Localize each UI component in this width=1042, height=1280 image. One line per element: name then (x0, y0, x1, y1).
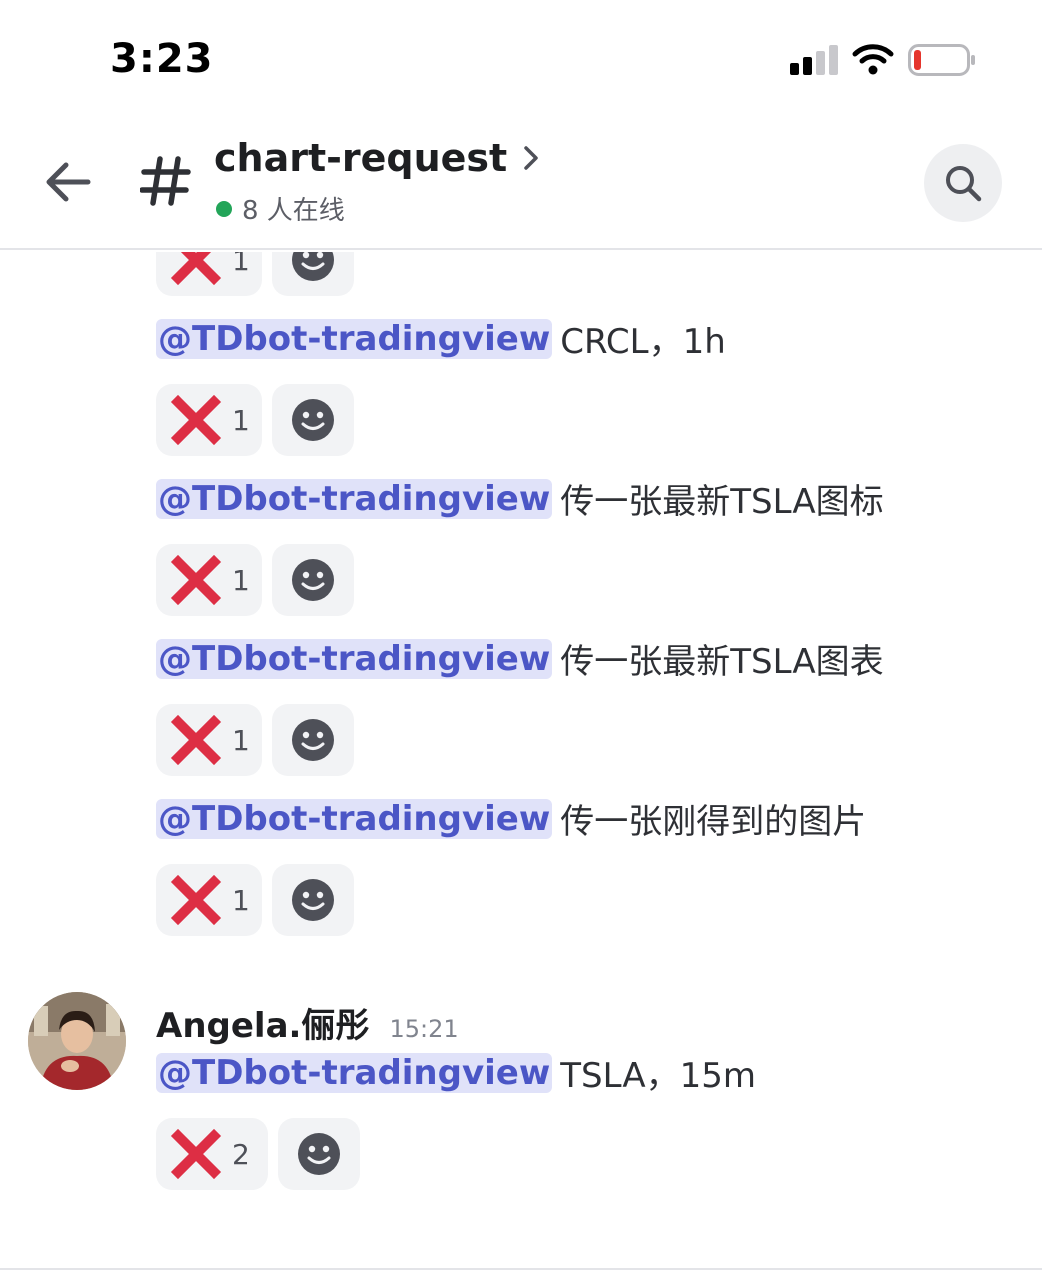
add-reaction-button[interactable] (272, 864, 354, 936)
smiley-icon (292, 559, 334, 601)
battery-low-icon (908, 44, 976, 76)
search-button[interactable] (924, 144, 1002, 222)
cellular-signal-icon (790, 45, 838, 75)
channel-title-button[interactable]: chart-request (214, 136, 541, 180)
message-content[interactable]: @TDbot-tradingview CRCL，1h (156, 314, 726, 363)
add-reaction-button[interactable] (272, 704, 354, 776)
message-text: TSLA，15m (560, 1056, 756, 1096)
reaction-count: 1 (232, 563, 250, 597)
cross-mark-emoji-icon (170, 394, 222, 446)
user-mention[interactable]: @TDbot-tradingview (156, 1052, 553, 1093)
message-text: 传一张最新TSLA图标 (560, 482, 884, 522)
message-content[interactable]: @TDbot-tradingview TSLA，15m (156, 1048, 756, 1097)
message-content[interactable]: @TDbot-tradingview 传一张最新TSLA图表 (156, 634, 884, 683)
message-header: Angela.俪彤 15:21 (156, 998, 459, 1047)
status-time: 3:23 (110, 36, 214, 82)
reaction-cross-mark[interactable]: 1 (156, 384, 262, 456)
avatar[interactable] (28, 992, 126, 1090)
hash-icon (136, 146, 196, 216)
reaction-bar: 1 (156, 252, 364, 296)
message-timestamp: 15:21 (389, 1015, 459, 1043)
user-mention[interactable]: @TDbot-tradingview (156, 318, 553, 359)
user-mention[interactable]: @TDbot-tradingview (156, 798, 553, 839)
reaction-cross-mark[interactable]: 1 (156, 252, 262, 296)
online-status: 8 人在线 (216, 190, 345, 227)
reaction-bar: 1 (156, 544, 364, 616)
smiley-icon (292, 879, 334, 921)
reaction-count: 1 (232, 883, 250, 917)
add-reaction-button[interactable] (272, 544, 354, 616)
reaction-count: 1 (232, 403, 250, 437)
reaction-count: 1 (232, 723, 250, 757)
reaction-count: 2 (232, 1137, 250, 1171)
smiley-icon (292, 399, 334, 441)
cross-mark-emoji-icon (170, 874, 222, 926)
message-list[interactable]: 1 @TDbot-tradingview CRCL，1h 1 @TDbot-tr… (0, 252, 1042, 1262)
cross-mark-emoji-icon (170, 714, 222, 766)
smiley-icon (292, 719, 334, 761)
cross-mark-emoji-icon (170, 1128, 222, 1180)
add-reaction-button[interactable] (272, 252, 354, 296)
status-bar: 3:23 (0, 0, 1042, 110)
composer-divider (0, 1268, 1042, 1270)
user-mention[interactable]: @TDbot-tradingview (156, 478, 553, 519)
search-icon (946, 166, 982, 202)
message-content[interactable]: @TDbot-tradingview 传一张刚得到的图片 (156, 794, 866, 843)
online-count: 8 人在线 (242, 196, 345, 226)
smiley-icon (298, 1133, 340, 1175)
online-dot-icon (216, 200, 232, 217)
add-reaction-button[interactable] (272, 384, 354, 456)
reaction-bar: 1 (156, 864, 364, 936)
cross-mark-emoji-icon (170, 554, 222, 606)
reaction-cross-mark[interactable]: 2 (156, 1118, 268, 1190)
reaction-cross-mark[interactable]: 1 (156, 544, 262, 616)
reaction-bar: 1 (156, 704, 364, 776)
reaction-bar: 1 (156, 384, 364, 456)
chevron-right-icon (524, 146, 538, 170)
message-text: 传一张最新TSLA图表 (560, 642, 884, 682)
user-mention[interactable]: @TDbot-tradingview (156, 638, 553, 679)
author-name[interactable]: Angela.俪彤 (156, 998, 369, 1047)
smiley-icon (292, 252, 334, 281)
reaction-count: 1 (232, 252, 250, 277)
reaction-bar: 2 (156, 1118, 370, 1190)
reaction-cross-mark[interactable]: 1 (156, 704, 262, 776)
channel-header: chart-request 8 人在线 (0, 110, 1042, 250)
message-content[interactable]: @TDbot-tradingview 传一张最新TSLA图标 (156, 474, 884, 523)
message-text: CRCL，1h (560, 322, 726, 362)
arrow-left-icon (46, 162, 91, 202)
channel-name: chart-request (214, 136, 508, 180)
cross-mark-emoji-icon (170, 252, 222, 286)
add-reaction-button[interactable] (278, 1118, 360, 1190)
wifi-icon (852, 42, 894, 76)
reaction-cross-mark[interactable]: 1 (156, 864, 262, 936)
message-text: 传一张刚得到的图片 (560, 802, 867, 842)
back-button[interactable] (36, 150, 100, 214)
